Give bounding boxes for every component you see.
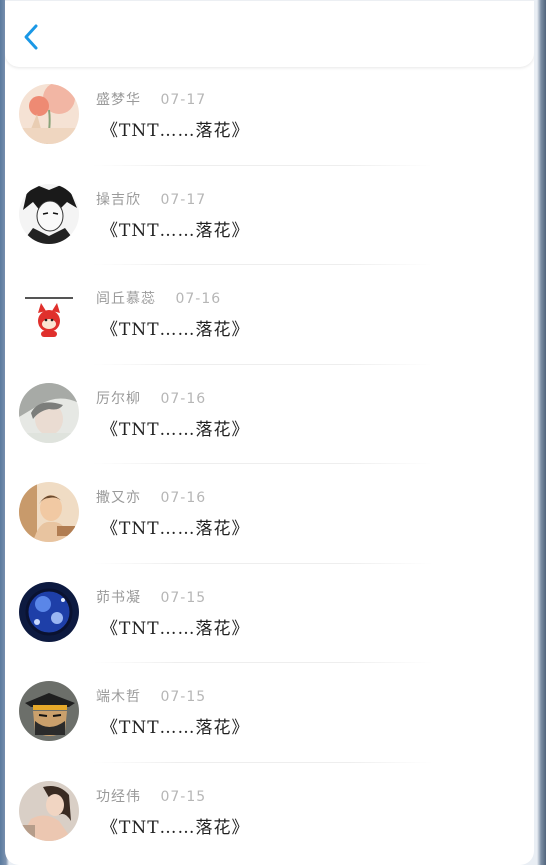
- list-item[interactable]: 功经伟 07-15 《TNT……落花》: [5, 763, 534, 863]
- user-name[interactable]: 操吉欣: [96, 192, 141, 208]
- avatar[interactable]: [19, 681, 79, 741]
- item-date: 07-17: [160, 191, 207, 208]
- item-meta: 盛梦华 07-17: [96, 89, 206, 109]
- item-title[interactable]: 《TNT……落花》: [101, 813, 250, 838]
- list-item[interactable]: 端木哲 07-15 《TNT……落花》: [5, 663, 534, 763]
- avatar[interactable]: [19, 84, 79, 144]
- item-meta: 撒又亦 07-16: [96, 487, 206, 507]
- item-title[interactable]: 《TNT……落花》: [101, 713, 250, 738]
- item-title[interactable]: 《TNT……落花》: [101, 514, 250, 539]
- user-name[interactable]: 茆书凝: [96, 590, 141, 606]
- item-date: 07-17: [160, 92, 207, 108]
- list-item[interactable]: 撒又亦 07-16 《TNT……落花》: [5, 464, 534, 564]
- item-meta: 功经伟 07-15: [96, 786, 206, 806]
- item-meta: 操吉欣 07-17: [96, 189, 206, 209]
- user-name[interactable]: 闾丘慕蕊: [96, 291, 156, 307]
- user-name[interactable]: 厉尔柳: [96, 391, 141, 407]
- avatar[interactable]: [19, 183, 79, 244]
- item-date: 07-16: [175, 291, 222, 307]
- user-name[interactable]: 撒又亦: [96, 490, 141, 506]
- item-title[interactable]: 《TNT……落花》: [101, 216, 250, 241]
- item-title[interactable]: 《TNT……落花》: [101, 614, 250, 639]
- list-item[interactable]: 操吉欣 07-17 《TNT……落花》: [5, 166, 534, 265]
- list-item[interactable]: 闾丘慕蕊 07-16 《TNT……落花》: [5, 265, 534, 365]
- user-name[interactable]: 功经伟: [96, 789, 141, 805]
- avatar[interactable]: [19, 581, 79, 642]
- avatar[interactable]: [19, 283, 79, 343]
- chevron-left-icon[interactable]: [21, 23, 43, 51]
- list-item[interactable]: 茆书凝 07-15 《TNT……落花》: [5, 564, 534, 663]
- item-meta: 闾丘慕蕊 07-16: [96, 288, 221, 308]
- user-name[interactable]: 端木哲: [96, 689, 141, 705]
- item-date: 07-16: [160, 390, 207, 407]
- user-name[interactable]: 盛梦华: [96, 92, 141, 108]
- item-title[interactable]: 《TNT……落花》: [101, 415, 250, 440]
- comment-panel: 盛梦华 07-17 《TNT……落花》 操吉欣 07-17 《TNT……落花》 …: [5, 0, 534, 865]
- item-date: 07-16: [160, 490, 207, 506]
- list-item[interactable]: 厉尔柳 07-16 《TNT……落花》: [5, 365, 534, 464]
- avatar[interactable]: [19, 382, 79, 443]
- item-date: 07-15: [160, 589, 207, 606]
- item-date: 07-15: [160, 689, 207, 705]
- item-title[interactable]: 《TNT……落花》: [101, 116, 250, 141]
- avatar[interactable]: [19, 482, 79, 542]
- comment-list: 盛梦华 07-17 《TNT……落花》 操吉欣 07-17 《TNT……落花》 …: [5, 66, 534, 862]
- top-bar: [5, 0, 534, 67]
- item-date: 07-15: [160, 788, 207, 805]
- avatar[interactable]: [19, 780, 79, 841]
- list-item[interactable]: 盛梦华 07-17 《TNT……落花》: [5, 66, 534, 166]
- item-title[interactable]: 《TNT……落花》: [101, 315, 250, 340]
- item-meta: 端木哲 07-15: [96, 686, 206, 706]
- item-meta: 茆书凝 07-15: [96, 587, 206, 607]
- item-meta: 厉尔柳 07-16: [96, 388, 206, 408]
